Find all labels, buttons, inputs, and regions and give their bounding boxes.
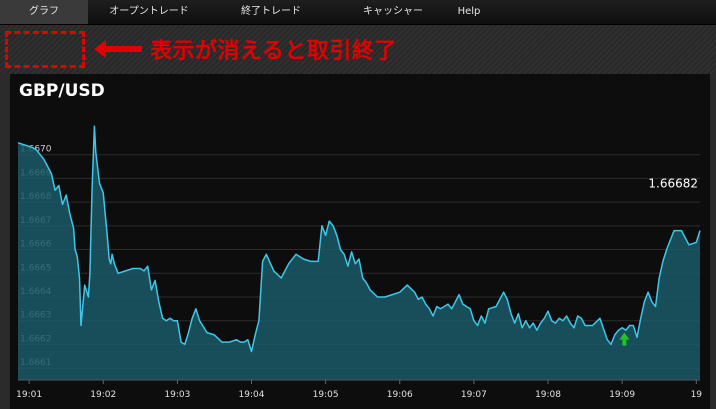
- x-tick-label: 19:04: [239, 390, 265, 400]
- tab-closed-trades[interactable]: 終了トレード: [210, 0, 332, 24]
- x-tick-label: 19:08: [535, 390, 561, 400]
- x-tick-label: 19:09: [609, 390, 635, 400]
- price-area: [18, 126, 700, 380]
- chart-panel: GBP/USD 1.66701.66691.66681.66671.66661.…: [10, 74, 710, 409]
- annotation-text: 表示が消えると取引終了: [150, 39, 397, 64]
- x-tick-label: 19:03: [164, 390, 190, 400]
- annotation-banner: 表示が消えると取引終了: [0, 25, 716, 75]
- x-tick-label: 19:02: [90, 390, 116, 400]
- last-price-label: 1.66682: [648, 176, 698, 190]
- x-tick-label: 19:06: [387, 390, 413, 400]
- tab-cashier[interactable]: キャッシャー: [332, 0, 454, 24]
- tab-graph[interactable]: グラフ: [0, 0, 88, 24]
- price-chart: 1.66701.66691.66681.66671.66661.66651.66…: [16, 125, 703, 400]
- tab-help[interactable]: Help: [454, 0, 484, 24]
- x-tick-label: 19: [691, 390, 703, 400]
- tab-open-trades[interactable]: オープントレード: [88, 0, 210, 24]
- x-tick-label: 19:01: [16, 390, 42, 400]
- x-tick-label: 19:07: [461, 390, 487, 400]
- highlight-box: [5, 31, 85, 68]
- top-navigation: グラフ オープントレード 終了トレード キャッシャー Help: [0, 0, 716, 25]
- arrow-shaft: [104, 46, 142, 52]
- x-tick-label: 19:05: [313, 390, 339, 400]
